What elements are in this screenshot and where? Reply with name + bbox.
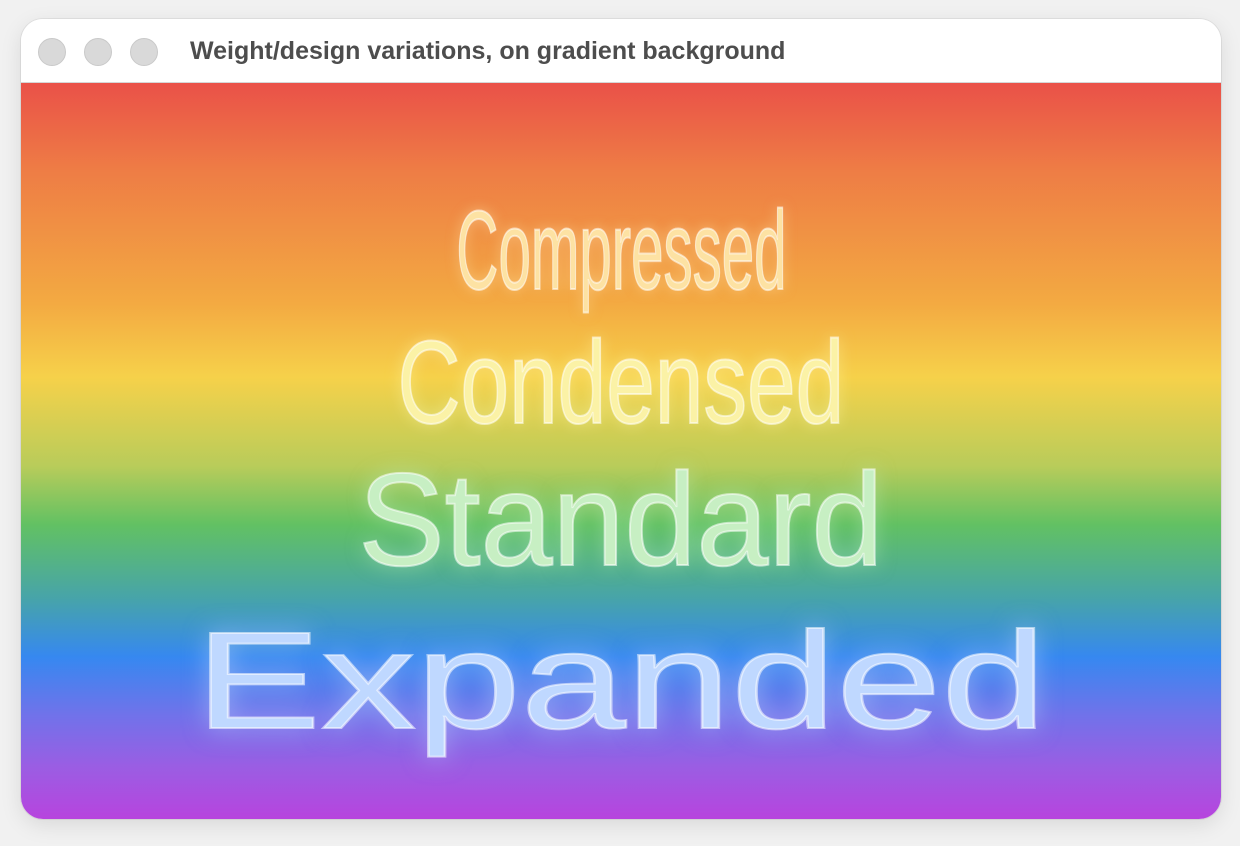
compressed-text: Compressed <box>21 181 1221 321</box>
condensed-label: Condensed <box>397 316 845 450</box>
compressed-label: Compressed <box>455 187 787 314</box>
title-bar: Weight/design variations, on gradient ba… <box>21 19 1221 83</box>
gradient-canvas: Compressed Condensed Standard Expanded <box>21 83 1221 819</box>
expanded-label: Expanded <box>194 603 1048 759</box>
standard-text: Standard <box>21 445 1221 595</box>
expanded-text: Expanded <box>21 601 1221 761</box>
window-title: Weight/design variations, on gradient ba… <box>190 37 786 65</box>
minimize-button[interactable] <box>84 38 112 66</box>
app-window: Weight/design variations, on gradient ba… <box>21 19 1221 819</box>
close-button[interactable] <box>38 38 66 66</box>
standard-label: Standard <box>358 445 885 594</box>
condensed-text: Condensed <box>21 313 1221 453</box>
zoom-button[interactable] <box>130 38 158 66</box>
